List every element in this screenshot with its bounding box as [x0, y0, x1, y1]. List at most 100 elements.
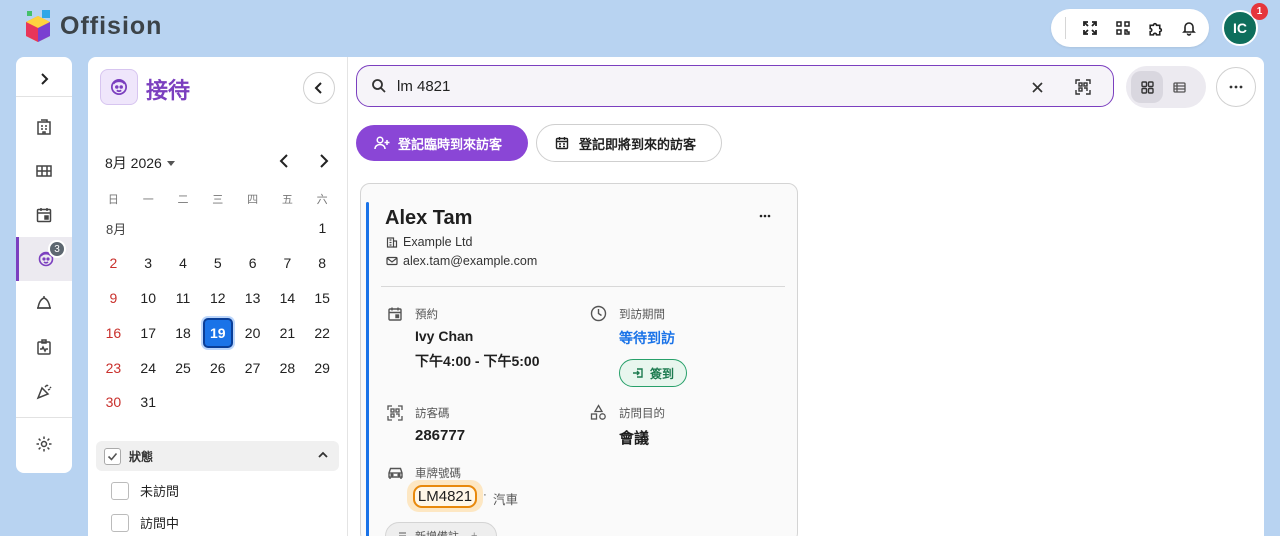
- month-short-label: 8月: [106, 221, 127, 237]
- calendar-day[interactable]: 31: [131, 394, 166, 410]
- host-name: Ivy Chan: [415, 328, 474, 344]
- rail-item-delivery[interactable]: [16, 281, 72, 325]
- calendar-day[interactable]: 20: [235, 325, 270, 341]
- grid-view-button[interactable]: [1131, 71, 1163, 103]
- register-walk-in-label: 登記臨時到來訪客: [398, 136, 503, 152]
- shapes-icon: [590, 404, 606, 420]
- calendar-day[interactable]: 29: [305, 360, 340, 376]
- bell-icon: [1181, 22, 1196, 36]
- calendar-day[interactable]: 14: [270, 290, 305, 306]
- rail-expand-button[interactable]: [16, 57, 72, 101]
- chevron-left-icon: [279, 154, 288, 168]
- register-upcoming-button[interactable]: 登記即將到來的訪客: [536, 124, 722, 162]
- more-options-button[interactable]: [1216, 67, 1256, 107]
- check-in-button[interactable]: 簽到: [619, 359, 687, 387]
- calendar-day[interactable]: 17: [131, 325, 166, 341]
- calendar-day[interactable]: 13: [235, 290, 270, 306]
- app-logo[interactable]: Offision: [22, 8, 162, 44]
- visit-status-link[interactable]: 等待到訪: [619, 328, 675, 348]
- vehicle-type: 汽車: [493, 493, 519, 507]
- calendar-day[interactable]: 7: [270, 255, 305, 271]
- next-month-button[interactable]: [314, 151, 334, 171]
- calendar-day[interactable]: 4: [166, 255, 201, 271]
- rail-item-settings[interactable]: [16, 422, 72, 466]
- status-option-label: 訪問中: [140, 516, 180, 531]
- gear-icon: [36, 436, 52, 452]
- reception-panel: 接待 8月 2026 日 一 二 三 四 五 六 8月 1 2 3 4 5 6 …: [88, 57, 348, 536]
- more-horizontal-icon: [1229, 85, 1243, 89]
- calendar-day[interactable]: 15: [305, 290, 340, 306]
- month-selector[interactable]: 8月 2026: [105, 153, 176, 173]
- clear-search-button[interactable]: [1027, 77, 1047, 97]
- visitor-code-label: 訪客碼: [415, 408, 450, 420]
- search-bar[interactable]: [356, 65, 1114, 107]
- add-note-button[interactable]: 新增備註 +: [385, 522, 497, 536]
- calendar-day[interactable]: 2: [96, 255, 131, 271]
- month-label: 8月 2026: [105, 155, 162, 171]
- note-icon: [399, 531, 406, 536]
- calendar-day[interactable]: 8: [305, 255, 340, 271]
- calendar-day[interactable]: 30: [96, 394, 131, 410]
- card-more-button[interactable]: [755, 206, 775, 226]
- calendar-day[interactable]: 22: [305, 325, 340, 341]
- nav-rail: 3: [16, 57, 72, 473]
- calendar-day[interactable]: 12: [200, 290, 235, 306]
- calendar-day[interactable]: 3: [131, 255, 166, 271]
- rail-item-health[interactable]: [16, 325, 72, 369]
- status-filter-header[interactable]: 狀態: [96, 441, 339, 471]
- calendar-day[interactable]: 9: [96, 290, 131, 306]
- prev-month-button[interactable]: [274, 151, 294, 171]
- logo-text: Offision: [60, 11, 163, 40]
- calendar-day[interactable]: 16: [96, 325, 131, 341]
- calendar-day[interactable]: 10: [131, 290, 166, 306]
- plate-highlight: LM4821: [407, 480, 483, 512]
- notifications-button[interactable]: [1172, 11, 1205, 45]
- calendar-day[interactable]: 11: [166, 290, 201, 306]
- rail-item-buildings[interactable]: [16, 105, 72, 149]
- calendar-day[interactable]: 25: [166, 360, 201, 376]
- calendar-day[interactable]: 23: [96, 360, 131, 376]
- calendar-day[interactable]: 24: [131, 360, 166, 376]
- status-checkbox[interactable]: [104, 447, 121, 465]
- calendar-day[interactable]: 1: [305, 220, 340, 236]
- calendar-day[interactable]: 26: [200, 360, 235, 376]
- card-divider: [381, 286, 785, 287]
- visitor-company: Example Ltd: [386, 235, 472, 249]
- collapse-panel-button[interactable]: [303, 72, 335, 104]
- calendar-day[interactable]: 28: [270, 360, 305, 376]
- visitor-code: 286777: [415, 427, 466, 444]
- calendar-day-selected[interactable]: 19: [202, 317, 233, 348]
- calendar-day[interactable]: 5: [200, 255, 235, 271]
- puzzle-icon: [1149, 22, 1163, 36]
- scan-qr-button[interactable]: [1073, 77, 1093, 97]
- bell-delivery-icon: [37, 296, 51, 309]
- integrations-button[interactable]: [1140, 11, 1173, 45]
- status-option-not-visited[interactable]: 未訪問: [111, 481, 179, 500]
- calendar-day[interactable]: 27: [235, 360, 270, 376]
- calendar-icon: [36, 208, 52, 223]
- weekday-label: 三: [212, 194, 224, 206]
- qr-scan-button[interactable]: [1107, 11, 1140, 45]
- calendar-day[interactable]: 18: [166, 325, 201, 341]
- fullscreen-button[interactable]: [1074, 11, 1107, 45]
- party-icon: [36, 384, 52, 400]
- visitor-card[interactable]: Alex Tam Example Ltd alex.tam@example.co…: [360, 183, 798, 536]
- calendar-day[interactable]: 6: [235, 255, 270, 271]
- weekday-label: 六: [316, 194, 328, 206]
- visitor-name: Alex Tam: [385, 207, 473, 229]
- plate-label: 車牌號碼: [415, 468, 461, 480]
- calendar-day[interactable]: 21: [270, 325, 305, 341]
- status-option-visiting[interactable]: 訪問中: [111, 513, 179, 532]
- chevron-up-icon[interactable]: [317, 449, 329, 461]
- list-view-button[interactable]: [1163, 71, 1195, 103]
- rail-item-floorplan[interactable]: [16, 149, 72, 193]
- checkbox[interactable]: [111, 513, 129, 532]
- register-walk-in-button[interactable]: 登記臨時到來訪客: [356, 125, 528, 161]
- status-option-label: 未訪問: [140, 484, 180, 499]
- calendar-icon: [388, 307, 402, 321]
- search-input[interactable]: [397, 75, 997, 97]
- checkbox[interactable]: [111, 481, 129, 500]
- rail-item-events[interactable]: [16, 369, 72, 413]
- plus-icon: +: [471, 530, 478, 536]
- rail-item-calendar[interactable]: [16, 193, 72, 237]
